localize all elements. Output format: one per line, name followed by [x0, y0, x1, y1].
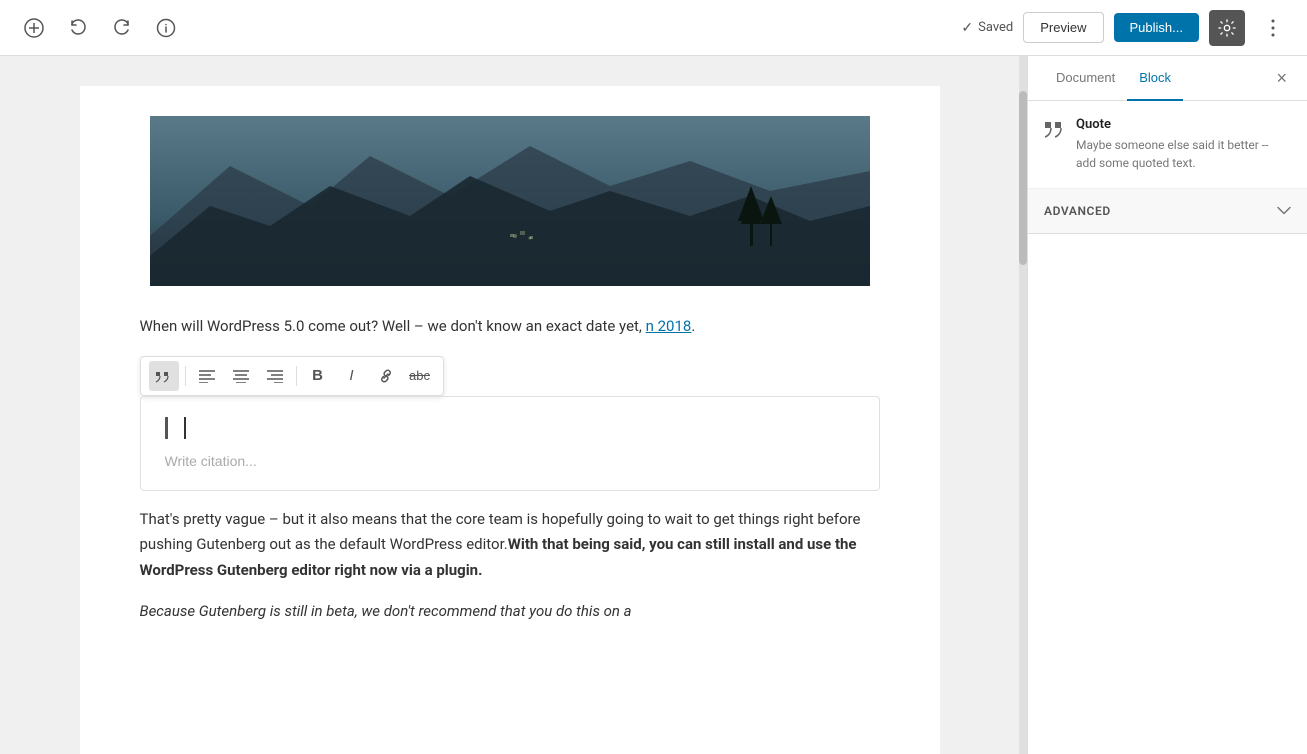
editor-scrollbar[interactable]: [1019, 56, 1027, 754]
tab-document[interactable]: Document: [1044, 56, 1127, 101]
more-options-button[interactable]: [1255, 10, 1291, 46]
quote-format-button[interactable]: [149, 361, 179, 391]
align-left-button[interactable]: [192, 361, 222, 391]
image-block: [140, 116, 880, 290]
paragraph-3: Because Gutenberg is still in beta, we d…: [140, 599, 880, 625]
toolbar-divider-2: [296, 366, 297, 386]
quote-text-area[interactable]: [165, 417, 855, 439]
preview-button[interactable]: Preview: [1023, 12, 1103, 43]
check-icon: ✓: [961, 20, 973, 36]
saved-indicator: ✓ Saved: [961, 20, 1013, 36]
align-center-button[interactable]: [226, 361, 256, 391]
quote-icon: [1044, 119, 1066, 144]
quote-block[interactable]: [140, 396, 880, 491]
right-sidebar: Document Block × Quote Maybe someone els…: [1027, 56, 1307, 754]
paragraph-2: That's pretty vague – but it also means …: [140, 507, 880, 584]
advanced-label: Advanced: [1044, 204, 1111, 218]
quote-info-inner: Quote Maybe someone else said it better …: [1044, 117, 1291, 172]
text-cursor: [184, 417, 186, 439]
citation-input[interactable]: [165, 453, 855, 469]
info-button[interactable]: [148, 10, 184, 46]
quote-description: Maybe someone else said it better -- add…: [1076, 136, 1291, 172]
year-link[interactable]: n 2018: [646, 317, 692, 335]
sidebar-close-button[interactable]: ×: [1272, 69, 1291, 87]
redo-button[interactable]: [104, 10, 140, 46]
add-block-button[interactable]: [16, 10, 52, 46]
scrollbar-thumb: [1019, 91, 1027, 266]
editor-content: When will WordPress 5.0 come out? Well –…: [80, 86, 940, 754]
quote-block-toolbar: B I abc: [140, 356, 444, 396]
paragraph-1: When will WordPress 5.0 come out? Well –…: [140, 314, 880, 340]
chevron-down-icon: [1277, 203, 1291, 219]
editor-area: When will WordPress 5.0 come out? Well –…: [0, 56, 1019, 754]
top-toolbar: ✓ Saved Preview Publish...: [0, 0, 1307, 56]
toolbar-right: ✓ Saved Preview Publish...: [961, 10, 1291, 46]
advanced-header[interactable]: Advanced: [1028, 189, 1307, 234]
sidebar-tabs: Document Block ×: [1028, 56, 1307, 101]
link-button[interactable]: [371, 361, 401, 391]
quote-title: Quote: [1076, 117, 1291, 132]
advanced-section: Advanced: [1028, 189, 1307, 234]
align-right-button[interactable]: [260, 361, 290, 391]
undo-button[interactable]: [60, 10, 96, 46]
publish-button[interactable]: Publish...: [1114, 13, 1199, 42]
tab-block[interactable]: Block: [1127, 56, 1183, 101]
quote-info-panel: Quote Maybe someone else said it better …: [1028, 101, 1307, 189]
hero-image: [140, 116, 880, 286]
toolbar-divider-1: [185, 366, 186, 386]
bold-button[interactable]: B: [303, 361, 333, 391]
strikethrough-button[interactable]: abc: [405, 361, 435, 391]
italic-button[interactable]: I: [337, 361, 367, 391]
main-area: When will WordPress 5.0 come out? Well –…: [0, 56, 1307, 754]
settings-button[interactable]: [1209, 10, 1245, 46]
quote-info-text: Quote Maybe someone else said it better …: [1076, 117, 1291, 172]
toolbar-left: [16, 10, 184, 46]
saved-text: Saved: [978, 20, 1013, 35]
